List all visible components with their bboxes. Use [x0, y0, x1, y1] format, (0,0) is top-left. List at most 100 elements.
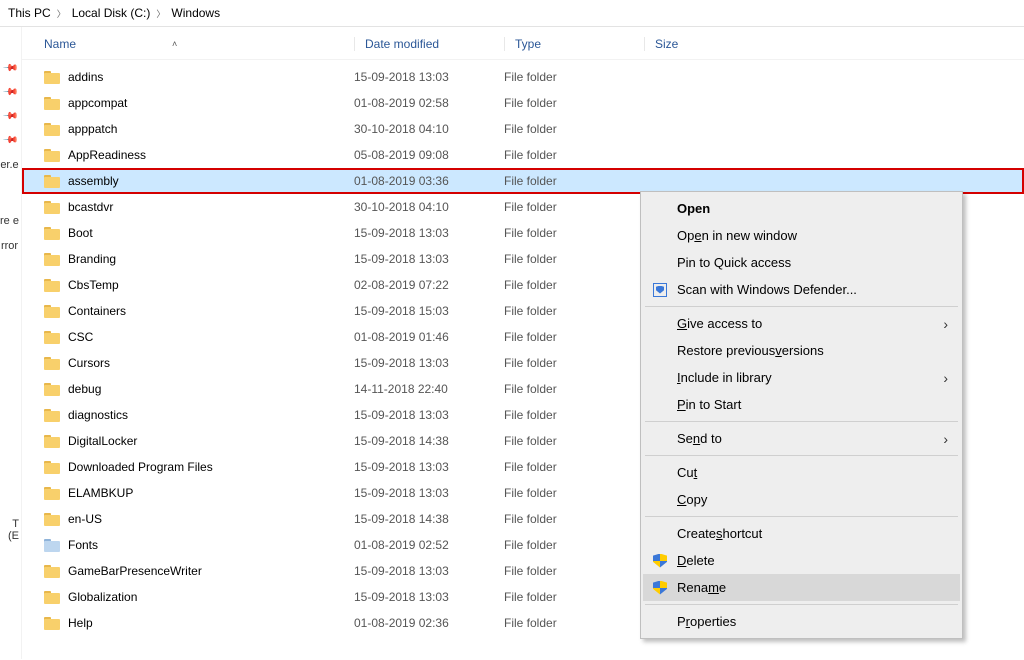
menu-pin-quick[interactable]: Pin to Quick access	[643, 249, 960, 276]
menu-separator	[645, 306, 958, 307]
chevron-right-icon: 〉	[154, 7, 167, 20]
file-type: File folder	[504, 434, 644, 448]
file-type: File folder	[504, 538, 644, 552]
file-date: 15-09-2018 13:03	[354, 486, 504, 500]
column-type[interactable]: Type	[504, 37, 644, 51]
table-row[interactable]: addins15-09-2018 13:03File folder	[22, 64, 1024, 90]
menu-rename[interactable]: Rename	[643, 574, 960, 601]
shield-icon	[651, 552, 669, 570]
file-name: Globalization	[68, 590, 137, 604]
file-date: 15-09-2018 13:03	[354, 564, 504, 578]
column-headers[interactable]: Name ˄ Date modified Type Size	[22, 27, 1024, 60]
column-size[interactable]: Size	[644, 37, 744, 51]
menu-open[interactable]: Open	[643, 195, 960, 222]
menu-copy[interactable]: Copy	[643, 486, 960, 513]
folder-icon	[44, 513, 60, 526]
file-type: File folder	[504, 356, 644, 370]
table-row[interactable]: AppReadiness 05-08-2019 09:08File folder	[22, 142, 1024, 168]
menu-separator	[645, 516, 958, 517]
menu-scan-defender[interactable]: Scan with Windows Defender...	[643, 276, 960, 303]
column-date[interactable]: Date modified	[354, 37, 504, 51]
menu-send-to[interactable]: Send to›	[643, 425, 960, 452]
file-date: 30-10-2018 04:10	[354, 122, 504, 136]
file-name: debug	[68, 382, 101, 396]
menu-include-library[interactable]: Include in library›	[643, 364, 960, 391]
chevron-right-icon: ›	[943, 316, 948, 332]
file-date: 02-08-2019 07:22	[354, 278, 504, 292]
file-type: File folder	[504, 252, 644, 266]
defender-icon	[651, 281, 669, 299]
file-name: GameBarPresenceWriter	[68, 564, 202, 578]
file-type: File folder	[504, 148, 644, 162]
folder-icon	[44, 201, 60, 214]
folder-icon	[44, 71, 60, 84]
file-date: 15-09-2018 15:03	[354, 304, 504, 318]
table-row[interactable]: appcompat01-08-2019 02:58File folder	[22, 90, 1024, 116]
file-date: 15-09-2018 13:03	[354, 408, 504, 422]
chevron-right-icon: ›	[943, 431, 948, 447]
chevron-right-icon: ›	[943, 370, 948, 386]
file-date: 01-08-2019 02:52	[354, 538, 504, 552]
crumb-drive[interactable]: Local Disk (C:)	[72, 6, 151, 20]
folder-icon	[44, 591, 60, 604]
menu-properties[interactable]: Properties	[643, 608, 960, 635]
file-date: 15-09-2018 14:38	[354, 512, 504, 526]
file-date: 01-08-2019 01:46	[354, 330, 504, 344]
file-date: 15-09-2018 13:03	[354, 70, 504, 84]
column-name[interactable]: Name ˄	[44, 37, 354, 51]
folder-icon	[44, 253, 60, 266]
file-type: File folder	[504, 70, 644, 84]
file-type: File folder	[504, 174, 644, 188]
file-name: CSC	[68, 330, 93, 344]
menu-delete[interactable]: Delete	[643, 547, 960, 574]
file-name: Containers	[68, 304, 126, 318]
file-type: File folder	[504, 590, 644, 604]
file-name: AppReadiness	[68, 148, 146, 162]
file-date: 30-10-2018 04:10	[354, 200, 504, 214]
file-date: 01-08-2019 03:36	[354, 174, 504, 188]
folder-icon	[44, 539, 60, 552]
pin-icon: 📌	[2, 132, 19, 149]
folder-icon	[44, 565, 60, 578]
file-date: 15-09-2018 13:03	[354, 590, 504, 604]
file-type: File folder	[504, 278, 644, 292]
breadcrumb[interactable]: This PC 〉 Local Disk (C:) 〉 Windows	[0, 0, 1024, 27]
folder-icon	[44, 305, 60, 318]
file-type: File folder	[504, 330, 644, 344]
menu-cut[interactable]: Cut	[643, 459, 960, 486]
table-row[interactable]: apppatch30-10-2018 04:10File folder	[22, 116, 1024, 142]
file-date: 01-08-2019 02:36	[354, 616, 504, 630]
file-name: diagnostics	[68, 408, 128, 422]
file-name: DigitalLocker	[68, 434, 137, 448]
menu-create-shortcut[interactable]: Create shortcut	[643, 520, 960, 547]
file-type: File folder	[504, 304, 644, 318]
file-date: 15-09-2018 13:03	[354, 252, 504, 266]
context-menu: Open Open in new window Pin to Quick acc…	[640, 191, 963, 639]
menu-restore-versions[interactable]: Restore previous versions	[643, 337, 960, 364]
file-type: File folder	[504, 512, 644, 526]
file-type: File folder	[504, 226, 644, 240]
file-type: File folder	[504, 564, 644, 578]
folder-icon	[44, 279, 60, 292]
file-type: File folder	[504, 408, 644, 422]
folder-icon	[44, 435, 60, 448]
file-name: bcastdvr	[68, 200, 113, 214]
file-date: 05-08-2019 09:08	[354, 148, 504, 162]
crumb-this-pc[interactable]: This PC	[8, 6, 51, 20]
menu-open-new-window[interactable]: Open in new window	[643, 222, 960, 249]
file-date: 15-09-2018 14:38	[354, 434, 504, 448]
file-type: File folder	[504, 616, 644, 630]
file-name: CbsTemp	[68, 278, 119, 292]
folder-icon	[44, 409, 60, 422]
folder-icon	[44, 97, 60, 110]
quick-access-sidebar: 📌 📌 📌 📌 er.e re e rror T (E	[0, 27, 22, 659]
file-name: Cursors	[68, 356, 110, 370]
folder-icon	[44, 227, 60, 240]
file-type: File folder	[504, 96, 644, 110]
chevron-right-icon: 〉	[55, 7, 68, 20]
file-name: en-US	[68, 512, 102, 526]
file-name: Downloaded Program Files	[68, 460, 213, 474]
crumb-folder[interactable]: Windows	[171, 6, 220, 20]
menu-give-access[interactable]: Give access to›	[643, 310, 960, 337]
menu-pin-start[interactable]: Pin to Start	[643, 391, 960, 418]
